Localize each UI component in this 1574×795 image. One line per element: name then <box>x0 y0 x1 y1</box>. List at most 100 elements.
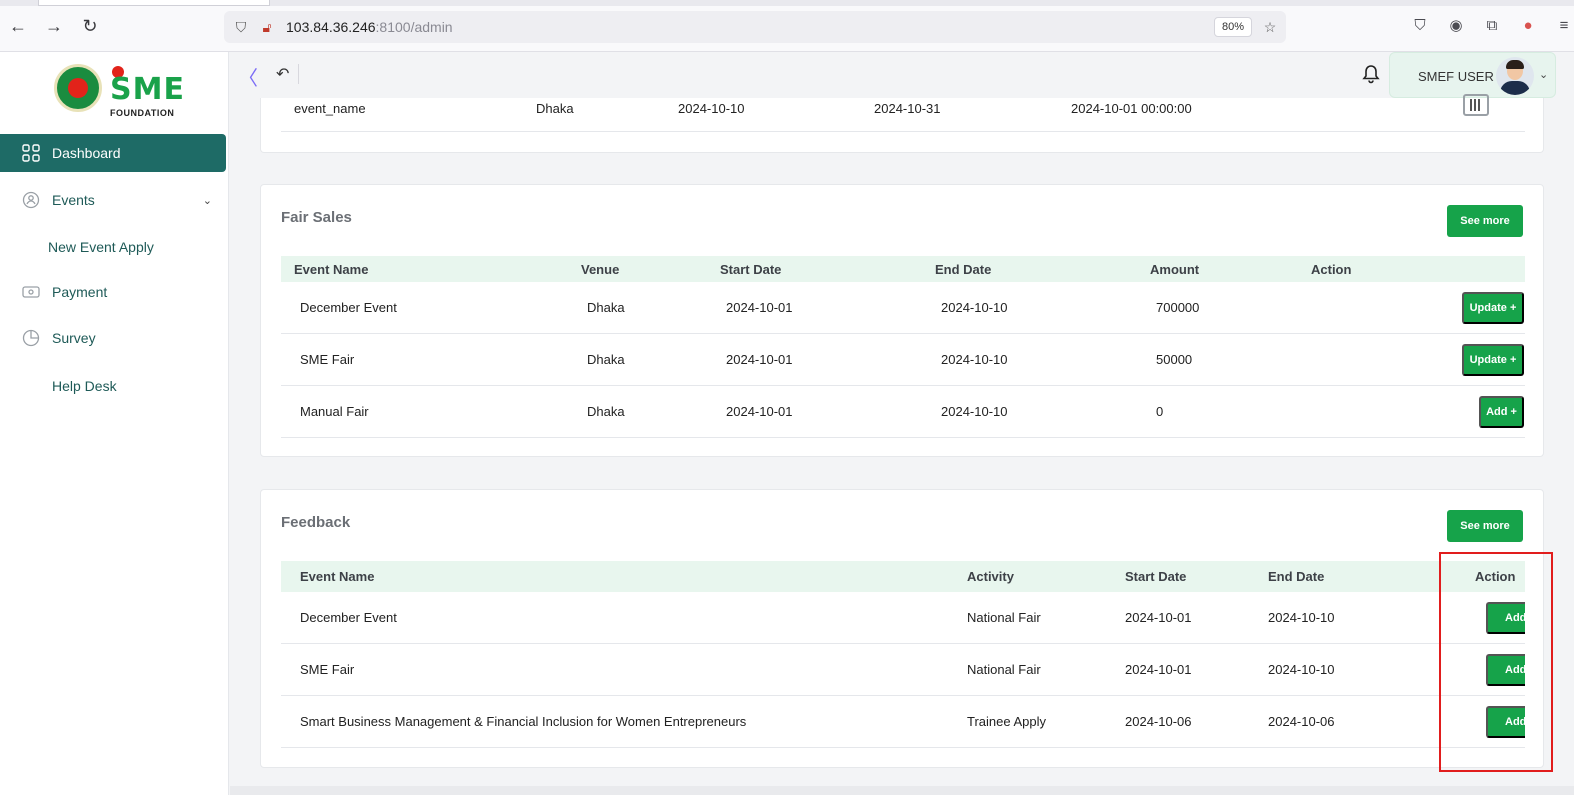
cell-start-date: 2024-10-01 <box>1125 610 1192 625</box>
cell-end-date: 2024-10-31 <box>874 101 941 116</box>
sidebar-item-label: Payment <box>52 284 108 300</box>
tab-strip <box>0 0 1574 6</box>
extensions-icon[interactable]: ⧉ <box>1481 15 1503 37</box>
cell-event-name: Manual Fair <box>300 404 369 419</box>
qr-code-icon[interactable] <box>1463 94 1489 116</box>
cell-datetime: 2024-10-01 00:00:00 <box>1071 101 1192 116</box>
column-header: Venue <box>581 262 620 277</box>
events-icon <box>21 190 41 210</box>
sidebar-item-payment[interactable]: Payment <box>0 273 226 311</box>
sidebar-item-dashboard[interactable]: Dashboard <box>0 134 226 172</box>
card-title: Fair Sales <box>281 209 352 226</box>
cell-end-date: 2024-10-10 <box>1268 662 1335 677</box>
shield-icon[interactable]: ⛉ <box>232 18 250 36</box>
card-title: Feedback <box>281 514 351 531</box>
notification-bell-icon[interactable] <box>1362 64 1380 89</box>
cell-start-date: 2024-10-06 <box>1125 714 1192 729</box>
browser-toolbar: ← → ↻ ⛉ 🔓︎ 103.84.36.246:8100/admin 80% … <box>0 0 1574 52</box>
cell-event-name: December Event <box>300 300 397 315</box>
see-more-button[interactable]: See more <box>1447 510 1523 542</box>
address-bar[interactable]: ⛉ 🔓︎ 103.84.36.246:8100/admin 80% ☆ <box>224 11 1286 43</box>
cell-end-date: 2024-10-06 <box>1268 714 1335 729</box>
cell-start-date: 2024-10-01 <box>1125 662 1192 677</box>
divider <box>298 64 299 84</box>
insecure-lock-icon[interactable]: 🔓︎ <box>258 18 276 36</box>
cell-amount: 50000 <box>1156 352 1193 367</box>
cell-venue: Dhaka <box>587 404 625 419</box>
fair-sales-card: Fair Sales See more Event Name Venue Sta… <box>260 184 1544 457</box>
column-header: Start Date <box>720 262 782 277</box>
grid-icon <box>21 143 41 163</box>
column-header: End Date <box>935 262 992 277</box>
table-row: December Event Dhaka 2024-10-01 2024-10-… <box>281 282 1525 334</box>
cell-amount: 700000 <box>1156 300 1200 315</box>
sidebar-item-label: Events <box>52 192 95 208</box>
reload-icon[interactable]: ↻ <box>78 14 102 38</box>
column-header: Activity <box>967 569 1014 584</box>
sidebar-item-survey[interactable]: Survey <box>0 319 226 357</box>
cell-end-date: 2024-10-10 <box>941 352 1008 367</box>
active-tab[interactable] <box>38 0 270 6</box>
see-more-button[interactable]: See more <box>1447 205 1523 237</box>
column-header: Event Name <box>294 262 369 277</box>
cell-event-name: December Event <box>300 610 397 625</box>
pie-chart-icon <box>21 328 41 348</box>
table-row: Smart Business Management & Financial In… <box>281 696 1525 748</box>
cell-start-date: 2024-10-10 <box>678 101 745 116</box>
table-row: December Event National Fair 2024-10-01 … <box>281 592 1525 644</box>
extension-badge-icon[interactable]: ● <box>1517 15 1539 37</box>
chevron-down-icon: ⌄ <box>1539 69 1549 81</box>
cell-event-name: Smart Business Management & Financial In… <box>300 714 747 729</box>
update-button[interactable]: Update + <box>1462 344 1524 376</box>
account-icon[interactable]: ◉ <box>1445 15 1467 37</box>
forward-icon[interactable]: → <box>42 14 66 38</box>
cell-activity: National Fair <box>967 610 1041 625</box>
sidebar-item-label: Survey <box>52 330 96 346</box>
cell-start-date: 2024-10-01 <box>726 352 793 367</box>
add-button[interactable]: Add + <box>1479 396 1524 428</box>
url-text[interactable]: 103.84.36.246:8100/admin <box>286 19 453 35</box>
chevron-down-icon: ⌄ <box>202 194 212 207</box>
column-header: Event Name <box>300 569 375 584</box>
cell-event-name: SME Fair <box>300 662 355 677</box>
column-header: Amount <box>1150 262 1200 277</box>
cell-venue: Dhaka <box>587 300 625 315</box>
horizontal-scrollbar[interactable] <box>230 786 1574 795</box>
cell-amount: 0 <box>1156 404 1164 419</box>
update-button[interactable]: Update + <box>1462 292 1524 324</box>
cell-start-date: 2024-10-01 <box>726 300 793 315</box>
table-header: Event Name Activity Start Date End Date … <box>281 561 1525 592</box>
cell-end-date: 2024-10-10 <box>941 404 1008 419</box>
table-header: Event Name Venue Start Date End Date Amo… <box>281 256 1525 282</box>
sidebar: SME FOUNDATION Dashboard Events ⌄ New Ev… <box>0 52 229 795</box>
events-card: event_name Dhaka 2024-10-10 2024-10-31 2… <box>260 94 1544 153</box>
menu-icon[interactable]: ≡ <box>1553 15 1574 37</box>
cell-event-name: SME Fair <box>300 352 355 367</box>
sidebar-item-label: Dashboard <box>52 145 121 161</box>
cell-end-date: 2024-10-10 <box>941 300 1008 315</box>
cell-activity: Trainee Apply <box>967 714 1047 729</box>
bookmark-star-icon[interactable]: ☆ <box>1261 18 1279 36</box>
collapse-sidebar-icon[interactable]: 〈 <box>238 62 258 91</box>
cell-venue: Dhaka <box>536 101 574 116</box>
table-row: SME Fair National Fair 2024-10-01 2024-1… <box>281 644 1525 696</box>
sidebar-item-events[interactable]: Events ⌄ <box>0 181 226 219</box>
cell-event-name: event_name <box>294 101 366 116</box>
payment-icon <box>21 282 41 302</box>
logo-text: SME <box>110 72 185 107</box>
table-row: SME Fair Dhaka 2024-10-01 2024-10-10 500… <box>281 334 1525 386</box>
feedback-card: Feedback See more Event Name Activity St… <box>260 489 1544 768</box>
column-header: Action <box>1311 262 1352 277</box>
highlight-box <box>1439 552 1553 772</box>
user-name: SMEF USER <box>1418 69 1494 84</box>
back-icon[interactable]: ← <box>6 14 30 38</box>
table-row: Manual Fair Dhaka 2024-10-01 2024-10-10 … <box>281 386 1525 438</box>
sidebar-item-help-desk[interactable]: Help Desk <box>52 378 117 394</box>
zoom-indicator[interactable]: 80% <box>1214 17 1252 37</box>
pocket-icon[interactable]: ⛉ <box>1409 15 1431 37</box>
sidebar-item-new-event-apply[interactable]: New Event Apply <box>48 239 154 255</box>
cell-activity: National Fair <box>967 662 1041 677</box>
column-header: End Date <box>1268 569 1325 584</box>
undo-icon[interactable]: ↶ <box>276 64 289 84</box>
sme-foundation-logo[interactable]: SME FOUNDATION <box>54 62 184 118</box>
